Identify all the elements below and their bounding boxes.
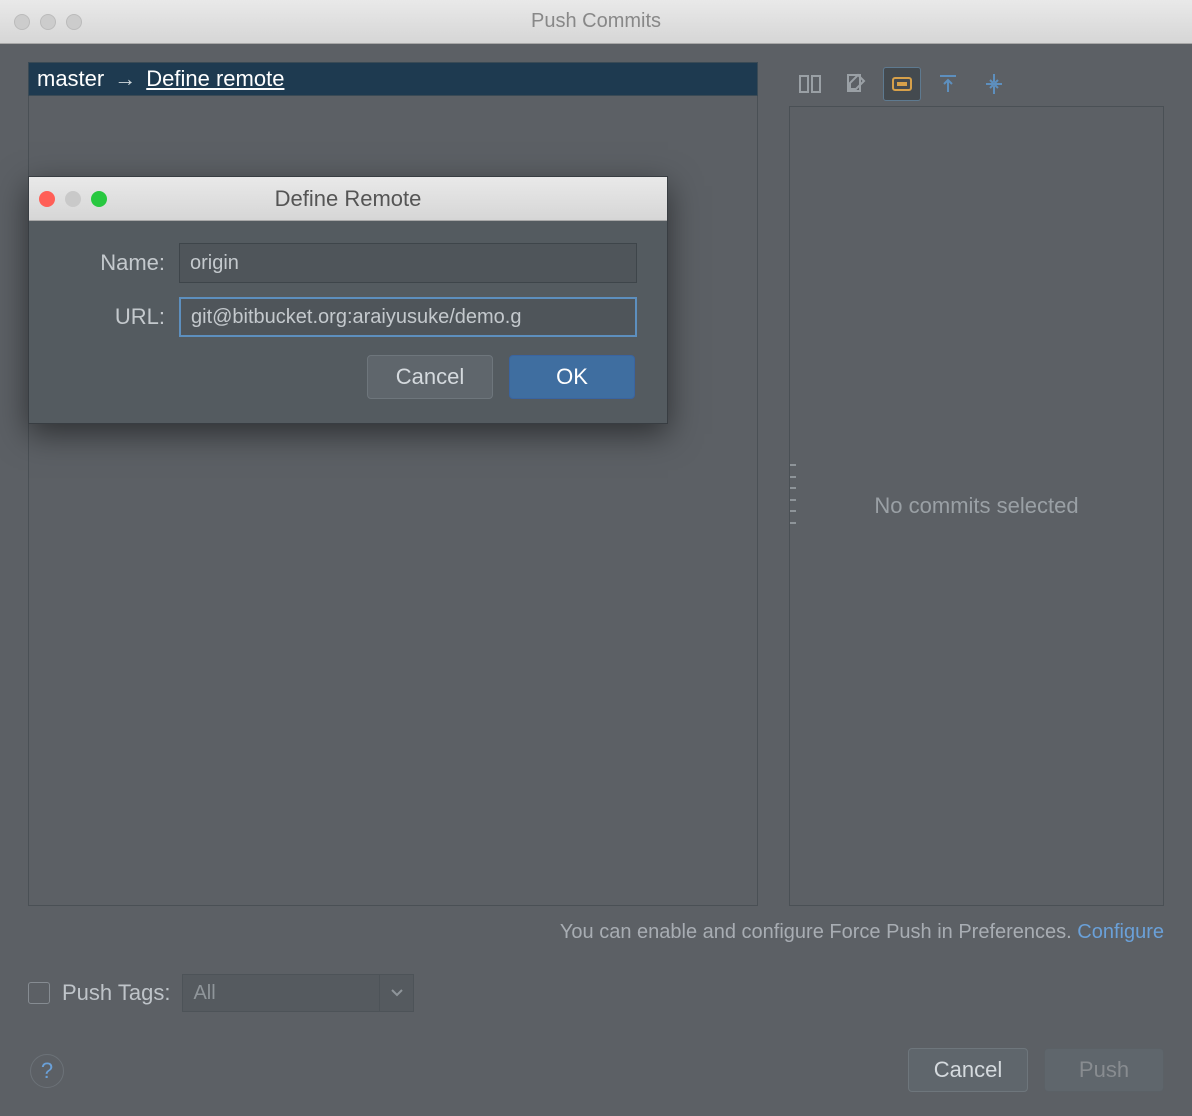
url-row: URL: [59,297,637,337]
define-remote-dialog: Define Remote Name: URL: Cancel OK [28,176,668,424]
main-titlebar: Push Commits [0,0,1192,44]
push-tags-row: Push Tags: All [28,974,414,1012]
hint-text: You can enable and configure Force Push … [560,921,1077,943]
help-icon[interactable]: ? [30,1054,64,1088]
commit-detail-empty: No commits selected [789,106,1164,906]
modal-minimize-icon[interactable] [65,191,81,207]
name-row: Name: [59,243,637,283]
arrow-icon: → [114,66,136,92]
diff-side-by-side-icon[interactable] [791,67,829,101]
modal-traffic-lights [39,191,107,207]
chevron-down-icon [379,975,413,1011]
name-label: Name: [59,250,179,276]
branch-row[interactable]: master → Define remote [28,62,758,96]
define-remote-link[interactable]: Define remote [146,66,284,92]
modal-titlebar: Define Remote [29,177,667,221]
minimize-icon[interactable] [40,14,56,30]
push-tags-value: All [193,982,215,1005]
collapse-up-icon[interactable] [929,67,967,101]
side-toolbar [789,62,1164,106]
push-tags-select[interactable]: All [182,974,414,1012]
zoom-icon[interactable] [66,14,82,30]
modal-title: Define Remote [275,186,422,212]
configure-link[interactable]: Configure [1077,921,1164,943]
url-label: URL: [59,304,179,330]
modal-zoom-icon[interactable] [91,191,107,207]
remote-url-input[interactable] [179,297,637,337]
remote-name-input[interactable] [179,243,637,283]
split-handle[interactable] [790,464,796,524]
modal-buttons: Cancel OK [59,355,637,399]
modal-ok-button[interactable]: OK [509,355,635,399]
force-push-hint: You can enable and configure Force Push … [28,921,1164,944]
branch-name: master [37,66,104,92]
modal-body: Name: URL: Cancel OK [29,221,667,423]
push-button[interactable]: Push [1044,1048,1164,1092]
collapse-down-icon[interactable] [975,67,1013,101]
push-tags-label: Push Tags: [62,980,170,1006]
modal-close-icon[interactable] [39,191,55,207]
content-area: master → Define remote No commits select… [0,44,1192,1116]
traffic-lights [14,14,82,30]
empty-text: No commits selected [874,493,1078,519]
close-icon[interactable] [14,14,30,30]
window-title: Push Commits [8,10,1184,33]
edit-icon[interactable] [837,67,875,101]
dialog-buttons: Cancel Push [908,1048,1164,1092]
cancel-button[interactable]: Cancel [908,1048,1028,1092]
side-panel: No commits selected [789,62,1164,906]
modal-cancel-button[interactable]: Cancel [367,355,493,399]
push-tags-checkbox[interactable] [28,982,50,1004]
preview-diff-icon[interactable] [883,67,921,101]
